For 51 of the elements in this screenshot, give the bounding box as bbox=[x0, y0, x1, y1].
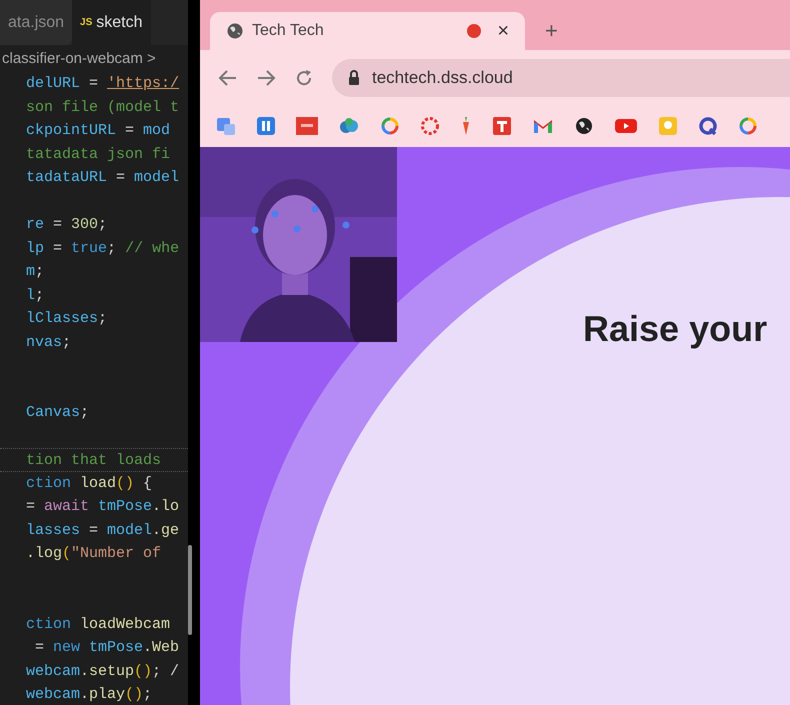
back-icon[interactable] bbox=[218, 68, 238, 86]
reload-icon[interactable] bbox=[294, 68, 314, 88]
ring-icon[interactable] bbox=[420, 116, 440, 136]
code-line: webcam.setup(); / bbox=[26, 662, 180, 682]
code-line: .log("Number of bbox=[26, 544, 162, 564]
carrot-icon[interactable] bbox=[460, 116, 472, 136]
breadcrumb: classifier-on-webcam > bbox=[1, 49, 157, 69]
page-heading: Raise your bbox=[583, 307, 768, 351]
translate-icon[interactable] bbox=[216, 116, 236, 136]
code-line: tion that loads bbox=[0, 448, 188, 472]
new-tab-button[interactable]: + bbox=[545, 20, 558, 42]
code-line: tatadata json fi bbox=[26, 144, 172, 164]
code-line: lasses = model.ge bbox=[26, 520, 180, 540]
code-line: ction loadWebcam bbox=[26, 614, 172, 634]
globe-icon[interactable] bbox=[574, 116, 594, 136]
code-line: tadataURL = model bbox=[26, 168, 180, 188]
bookmark-icon[interactable] bbox=[492, 116, 512, 136]
code-line: delURL = 'https:/ bbox=[26, 74, 180, 94]
bookmark-icon[interactable] bbox=[296, 116, 318, 136]
lock-icon bbox=[348, 70, 360, 85]
forward-icon[interactable] bbox=[256, 68, 276, 86]
code-line: lClasses; bbox=[26, 309, 108, 329]
bookmark-icon[interactable] bbox=[256, 116, 276, 136]
address-bar[interactable]: techtech.dss.cloud bbox=[332, 58, 790, 96]
scrollbar[interactable] bbox=[188, 545, 192, 635]
code-line: webcam.play(); bbox=[26, 685, 154, 705]
close-button[interactable]: × bbox=[497, 21, 509, 41]
code-line: son file (model t bbox=[26, 98, 180, 118]
code-line: = await tmPose.lo bbox=[26, 497, 180, 517]
google-icon[interactable] bbox=[380, 116, 400, 136]
code-line: m; bbox=[26, 262, 46, 282]
code-line: nvas; bbox=[26, 332, 72, 352]
bookmark-icon[interactable] bbox=[698, 116, 718, 136]
mail-icon[interactable] bbox=[532, 117, 554, 135]
code-line: ction load() { bbox=[26, 474, 154, 494]
url-text: techtech.dss.cloud bbox=[372, 66, 513, 89]
video-icon[interactable] bbox=[614, 117, 638, 135]
editor-tab[interactable]: JS sketch bbox=[72, 0, 151, 45]
editor-tab[interactable]: ata.json bbox=[0, 0, 72, 45]
code-line: l; bbox=[26, 286, 46, 306]
browser-tab[interactable]: Tech Tech × bbox=[210, 12, 525, 50]
code-line: ckpointURL = mod bbox=[26, 121, 172, 141]
code-line: re = 300; bbox=[26, 215, 108, 235]
code-line: lp = true; // whe bbox=[26, 238, 180, 258]
globe-icon bbox=[226, 22, 244, 40]
code-line: Canvas; bbox=[26, 403, 90, 423]
code-line: = new tmPose.Web bbox=[34, 638, 180, 658]
cloud-icon[interactable] bbox=[338, 117, 360, 135]
tab-title: Tech Tech bbox=[252, 21, 325, 41]
js-file-icon: JS bbox=[80, 15, 92, 30]
google-icon[interactable] bbox=[738, 116, 758, 136]
